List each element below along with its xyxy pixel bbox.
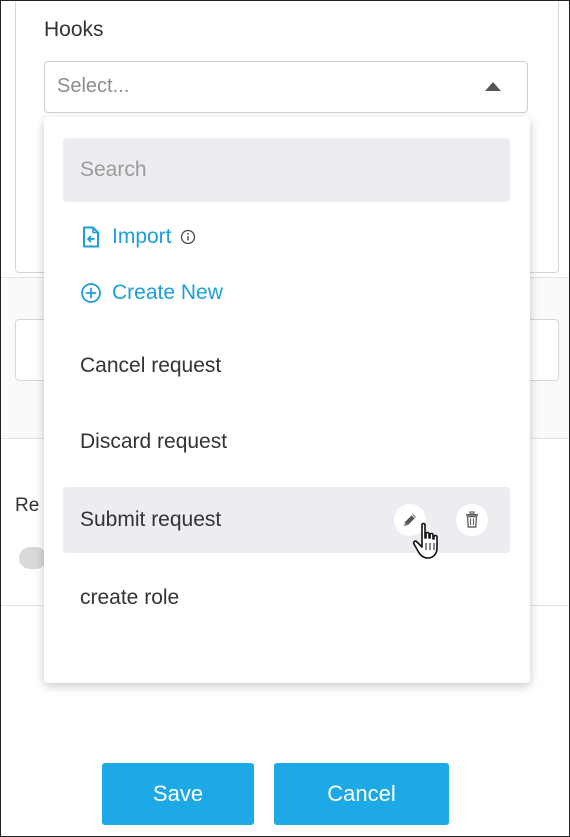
hooks-select[interactable]: Select... [44,61,528,113]
hooks-dropdown-menu: Search Import Create New Cancel request … [44,117,530,683]
option-discard-request[interactable]: Discard request [63,409,510,475]
cancel-button[interactable]: Cancel [274,763,449,825]
hooks-label: Hooks [44,18,104,41]
info-icon[interactable] [180,229,196,245]
import-label: Import [112,225,172,248]
option-create-role[interactable]: create role [63,565,510,631]
caret-up-icon[interactable] [485,82,501,91]
modal-frame: Re Hooks Select... Search Import Create … [0,0,570,837]
search-input[interactable]: Search [63,138,510,202]
option-label: create role [80,586,180,609]
delete-button[interactable] [456,504,488,536]
create-new-action[interactable]: Create New [80,281,223,305]
import-action[interactable]: Import [80,225,196,249]
search-placeholder: Search [80,158,147,181]
background-field-label: Re [15,495,40,516]
plus-circle-icon [81,283,101,303]
option-label: Submit request [80,508,222,531]
option-label: Discard request [80,430,228,453]
save-button[interactable]: Save [102,763,254,825]
file-import-icon [83,226,99,248]
trash-icon [466,511,478,528]
hooks-select-placeholder: Select... [57,75,130,97]
background-toggle[interactable] [19,547,47,569]
create-new-label: Create New [112,281,223,304]
hand-pointer-icon [412,522,438,559]
option-cancel-request[interactable]: Cancel request [63,333,510,399]
option-submit-request[interactable]: Submit request [63,487,510,559]
option-label: Cancel request [80,354,222,377]
